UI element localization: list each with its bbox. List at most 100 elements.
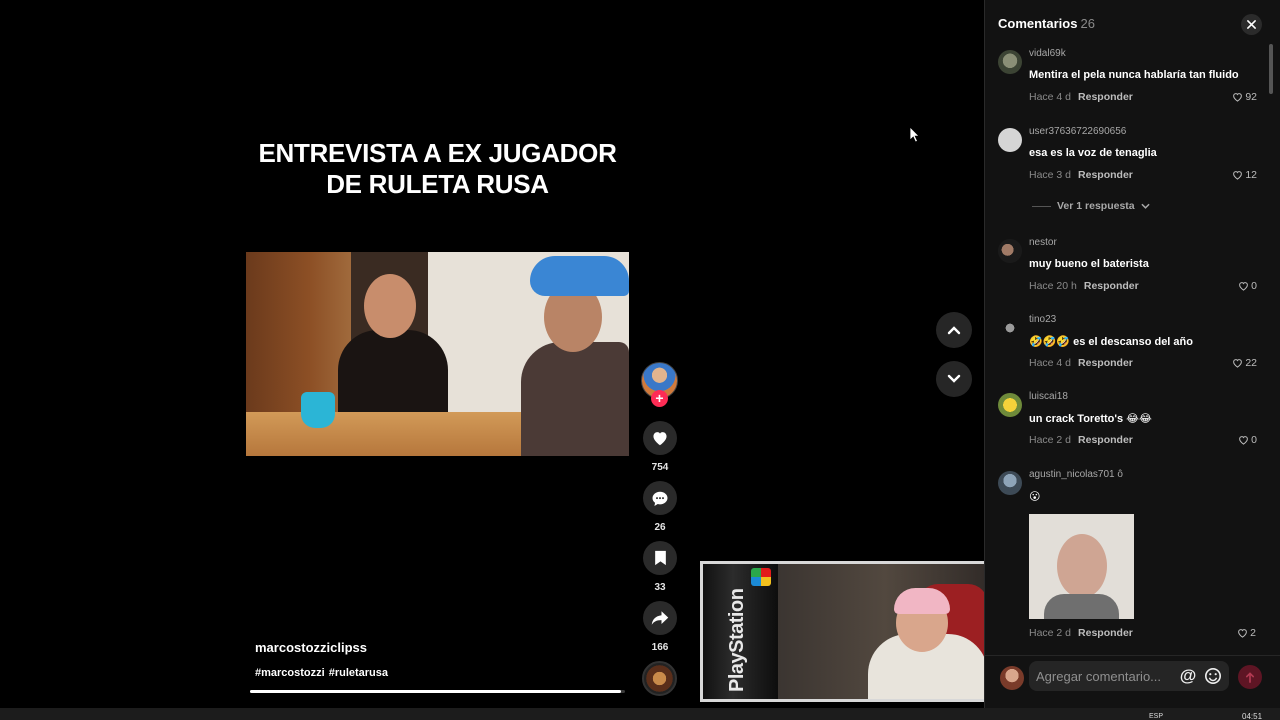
current-user-avatar xyxy=(1000,666,1024,690)
reply-button[interactable]: Responder xyxy=(1084,280,1139,292)
webcam-person-cap xyxy=(894,588,950,614)
comment-like-button[interactable]: 92 xyxy=(1232,91,1257,103)
video-caption-text: ENTREVISTA A EX JUGADOR DE RULETA RUSA xyxy=(258,138,617,199)
reply-button[interactable]: Responder xyxy=(1078,357,1133,369)
webcam-scene xyxy=(778,564,989,699)
video-author-name[interactable]: marcostozziclipss xyxy=(255,640,367,655)
reply-button[interactable]: Responder xyxy=(1078,91,1133,103)
photo-person-shirt xyxy=(1044,594,1119,619)
comment-avatar[interactable] xyxy=(998,393,1022,417)
photo-person-head xyxy=(1057,534,1107,598)
heart-outline-icon xyxy=(1233,171,1243,180)
comment-text: Mentira el pela nunca hablaría tan fluid… xyxy=(1029,69,1239,81)
reply-button[interactable]: Responder xyxy=(1078,627,1133,639)
see-replies-label: Ver 1 respuesta xyxy=(1057,200,1135,212)
comment-item: user37636722690656 esa es la voz de tena… xyxy=(985,126,1280,196)
comment-like-button[interactable]: 12 xyxy=(1232,169,1257,181)
comment-username[interactable]: agustin_nicolas701 ô xyxy=(1029,469,1123,480)
hashtag-link[interactable]: #marcostozzi xyxy=(255,667,325,679)
comment-text: esa es la voz de tenaglia xyxy=(1029,147,1157,159)
comment-avatar[interactable] xyxy=(998,471,1022,495)
comment-attached-photo[interactable] xyxy=(1029,514,1134,619)
emoji-icon xyxy=(1204,667,1222,685)
comment-username[interactable]: tino23 xyxy=(1029,314,1056,325)
comment-avatar[interactable] xyxy=(998,128,1022,152)
music-disc-avatar[interactable] xyxy=(642,661,677,696)
comments-title: Comentarios 26 xyxy=(998,16,1095,31)
comment-like-button[interactable]: 0 xyxy=(1238,434,1257,446)
video-progress-fill xyxy=(250,690,622,693)
comment-time: Hace 3 d xyxy=(1029,169,1072,181)
video-person-right-cap xyxy=(530,256,629,296)
follow-plus-button[interactable]: + xyxy=(651,390,668,407)
previous-video-button[interactable] xyxy=(936,312,972,348)
chevron-down-icon xyxy=(1141,203,1150,209)
comment-username[interactable]: luiscai18 xyxy=(1029,391,1068,402)
mention-button[interactable]: @ xyxy=(1178,666,1198,686)
reply-button[interactable]: Responder xyxy=(1078,434,1133,446)
comment-item: luiscai18 un crack Toretto's 😂😂 Hace 2 d… xyxy=(985,391,1280,461)
comment-time: Hace 20 h xyxy=(1029,280,1077,292)
send-comment-button[interactable] xyxy=(1238,665,1262,689)
comment-meta: Hace 4 d Responder xyxy=(1029,357,1133,369)
see-replies-divider xyxy=(1032,205,1051,207)
close-icon xyxy=(1247,20,1256,29)
taskbar-language[interactable]: ESP xyxy=(1149,713,1163,720)
chevron-down-icon xyxy=(947,374,961,383)
reply-button[interactable]: Responder xyxy=(1078,169,1133,181)
comment-like-count: 22 xyxy=(1245,357,1257,369)
comment-meta: Hace 2 d Responder xyxy=(1029,434,1133,446)
heart-outline-icon xyxy=(1233,359,1243,368)
comment-button[interactable] xyxy=(643,481,677,515)
hashtag-link[interactable]: #ruletarusa xyxy=(329,667,388,679)
video-stage[interactable]: ENTREVISTA A EX JUGADOR DE RULETA RUSA m… xyxy=(0,0,992,708)
comment-like-count: 12 xyxy=(1245,169,1257,181)
os-taskbar: ESP 04:51 xyxy=(0,708,1280,720)
comment-time: Hace 4 d xyxy=(1029,91,1072,103)
close-comments-button[interactable] xyxy=(1241,14,1262,35)
webcam-overlay: PlayStation xyxy=(700,561,992,702)
comment-text: 😮 xyxy=(1029,491,1041,503)
comment-username[interactable]: nestor xyxy=(1029,237,1057,248)
playstation-case: PlayStation xyxy=(703,564,778,699)
comment-avatar[interactable] xyxy=(998,50,1022,74)
comment-avatar[interactable] xyxy=(998,316,1022,340)
video-frame[interactable] xyxy=(246,252,629,456)
comment-avatar[interactable] xyxy=(998,239,1022,263)
next-video-button[interactable] xyxy=(936,361,972,397)
comments-title-label: Comentarios xyxy=(998,16,1078,31)
comment-like-button[interactable]: 0 xyxy=(1238,280,1257,292)
comment-like-button[interactable]: 2 xyxy=(1237,627,1256,639)
comment-input[interactable] xyxy=(1029,661,1229,691)
comment-text: muy bueno el baterista xyxy=(1029,258,1149,270)
heart-outline-icon xyxy=(1239,282,1249,291)
heart-outline-icon xyxy=(1239,436,1249,445)
comment-meta: Hace 3 d Responder xyxy=(1029,169,1133,181)
comment-username[interactable]: user37636722690656 xyxy=(1029,126,1126,137)
like-button[interactable] xyxy=(643,421,677,455)
taskbar-clock[interactable]: 04:51 xyxy=(1242,712,1262,720)
comment-time: Hace 2 d xyxy=(1029,627,1072,639)
share-button[interactable] xyxy=(643,601,677,635)
save-button[interactable] xyxy=(643,541,677,575)
see-replies-button[interactable]: Ver 1 respuesta xyxy=(1032,200,1150,212)
comment-item: vidal69k Mentira el pela nunca hablaría … xyxy=(985,48,1280,118)
share-count: 166 xyxy=(651,642,669,653)
video-hashtags: #marcostozzi #ruletarusa xyxy=(255,667,392,679)
playstation-logo-icon xyxy=(751,568,771,586)
comments-panel: Comentarios 26 vidal69k Mentira el pela n… xyxy=(984,0,1280,708)
comment-username[interactable]: vidal69k xyxy=(1029,48,1066,59)
comment-item: tino23 🤣🤣🤣 es el descanso del año Hace 4… xyxy=(985,314,1280,384)
emoji-button[interactable] xyxy=(1203,666,1223,686)
heart-icon xyxy=(653,432,667,446)
heart-outline-icon xyxy=(1238,629,1248,638)
video-scene-wall-left xyxy=(246,252,351,422)
comment-meta: Hace 4 d Responder xyxy=(1029,91,1133,103)
comment-item: nestor muy bueno el baterista Hace 20 h R… xyxy=(985,237,1280,307)
comment-count: 26 xyxy=(654,522,666,533)
bookmark-icon xyxy=(654,550,666,566)
comment-meta: Hace 2 d Responder xyxy=(1029,627,1133,639)
video-progress-bar[interactable] xyxy=(250,690,625,693)
playstation-case-text: PlayStation xyxy=(726,588,748,692)
comment-like-button[interactable]: 22 xyxy=(1232,357,1257,369)
